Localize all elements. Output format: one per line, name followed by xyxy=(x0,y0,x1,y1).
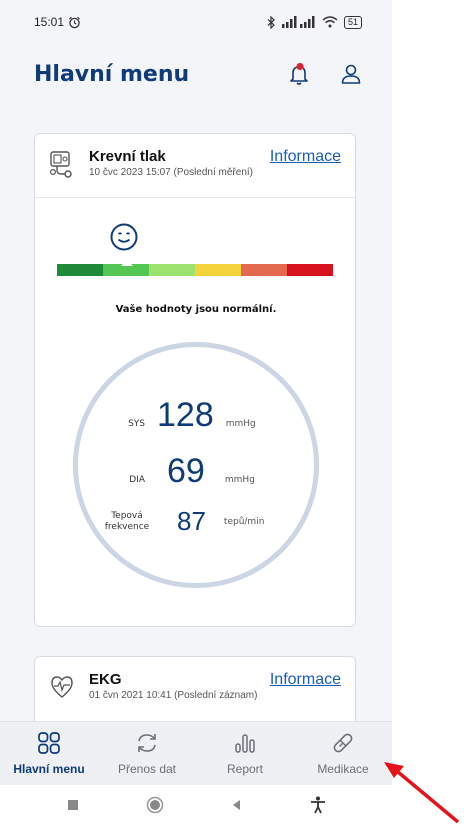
nav-label-medication: Medikace xyxy=(317,762,369,776)
alarm-icon xyxy=(69,16,80,28)
bp-card-title: Krevní tlak xyxy=(89,148,166,165)
sys-value: 128 xyxy=(157,396,214,434)
nav-label-data-transfer: Přenos dat xyxy=(117,762,177,776)
nav-item-main-menu[interactable]: Hlavní menu xyxy=(0,722,98,785)
header-actions xyxy=(286,61,364,87)
nav-item-medication[interactable]: Medikace xyxy=(294,722,392,785)
bp-severity-scale xyxy=(57,264,333,276)
profile-button[interactable] xyxy=(338,61,364,87)
pulse-value: 87 xyxy=(177,506,206,536)
scale-segment xyxy=(241,264,287,276)
pill-icon xyxy=(333,733,353,753)
scale-segment xyxy=(149,264,195,276)
bluetooth-icon xyxy=(267,15,275,29)
header: Hlavní menu xyxy=(34,54,364,94)
scale-position-marker xyxy=(121,260,133,266)
sys-label: SYS xyxy=(128,419,145,429)
scale-segment xyxy=(57,264,103,276)
main-content[interactable]: Krevní tlak 10 čvc 2023 15:07 (Poslední … xyxy=(0,133,392,721)
sys-unit: mmHg xyxy=(225,419,256,429)
pulse-reading: Tepová frekvence 87 tepů/min xyxy=(99,506,265,537)
wifi-icon xyxy=(322,16,338,28)
notifications-button[interactable] xyxy=(286,61,312,87)
scale-segment xyxy=(195,264,241,276)
status-time: 15:01 xyxy=(34,15,65,29)
dia-unit: mmHg xyxy=(224,475,255,485)
bp-card-titles: Krevní tlak 10 čvc 2023 15:07 (Poslední … xyxy=(89,148,270,178)
nav-label-main-menu: Hlavní menu xyxy=(13,762,85,776)
smiley-face-icon xyxy=(110,223,138,251)
user-icon xyxy=(341,64,361,84)
battery-indicator: 51 xyxy=(343,15,362,29)
back-icon[interactable] xyxy=(230,798,244,812)
sync-icon xyxy=(138,734,156,752)
bell-icon xyxy=(290,62,308,85)
signal-icon xyxy=(281,16,315,28)
bottom-navigation: Hlavní menu Přenos dat Report Medikace xyxy=(0,721,392,785)
blood-pressure-card[interactable]: Krevní tlak 10 čvc 2023 15:07 (Poslední … xyxy=(34,133,356,627)
ekg-card-titles: EKG 01 čvn 2021 10:41 (Poslední záznam) xyxy=(89,671,270,701)
grid-icon xyxy=(38,732,60,754)
bp-status-message: Vaše hodnoty jsou normální. xyxy=(115,304,277,315)
recent-apps-icon[interactable] xyxy=(66,798,80,812)
ekg-card-title: EKG xyxy=(89,671,122,688)
system-navigation-bar xyxy=(0,785,392,824)
status-right: 51 xyxy=(267,15,362,29)
scale-segment xyxy=(287,264,333,276)
dia-reading: DIA 69 mmHg xyxy=(115,452,255,491)
nav-label-report: Report xyxy=(226,762,264,776)
bp-card-header: Krevní tlak 10 čvc 2023 15:07 (Poslední … xyxy=(35,134,355,198)
status-left: 15:01 xyxy=(34,15,81,29)
accessibility-icon[interactable] xyxy=(310,796,326,814)
ekg-card[interactable]: EKG 01 čvn 2021 10:41 (Poslední záznam) … xyxy=(34,656,356,721)
bp-last-measurement: 10 čvc 2023 15:07 (Poslední měření) xyxy=(89,167,253,178)
pulse-label: Tepová frekvence xyxy=(99,511,155,533)
blood-pressure-monitor-icon xyxy=(49,151,72,178)
nav-item-data-transfer[interactable]: Přenos dat xyxy=(98,722,196,785)
nav-item-report[interactable]: Report xyxy=(196,722,294,785)
status-bar: 15:01 51 xyxy=(0,0,392,44)
sys-reading: SYS 128 mmHg xyxy=(115,396,256,435)
pulse-label-line1: Tepová xyxy=(111,510,143,521)
bp-info-link[interactable]: Informace xyxy=(270,148,341,166)
page-title: Hlavní menu xyxy=(34,61,190,87)
pulse-unit: tepů/min xyxy=(223,516,265,527)
app-screen: 15:01 51 Hlavní menu Krevní tlak 10 čvc … xyxy=(0,0,392,824)
ekg-last-record: 01 čvn 2021 10:41 (Poslední záznam) xyxy=(89,690,258,701)
ekg-info-link[interactable]: Informace xyxy=(270,671,341,689)
dia-label: DIA xyxy=(129,475,145,485)
home-icon[interactable] xyxy=(146,796,164,814)
ekg-card-header: EKG 01 čvn 2021 10:41 (Poslední záznam) … xyxy=(35,657,355,721)
bar-chart-icon xyxy=(235,734,255,753)
heart-rate-icon xyxy=(51,676,73,698)
pulse-label-line2: frekvence xyxy=(104,521,150,532)
dia-value: 69 xyxy=(167,452,205,490)
